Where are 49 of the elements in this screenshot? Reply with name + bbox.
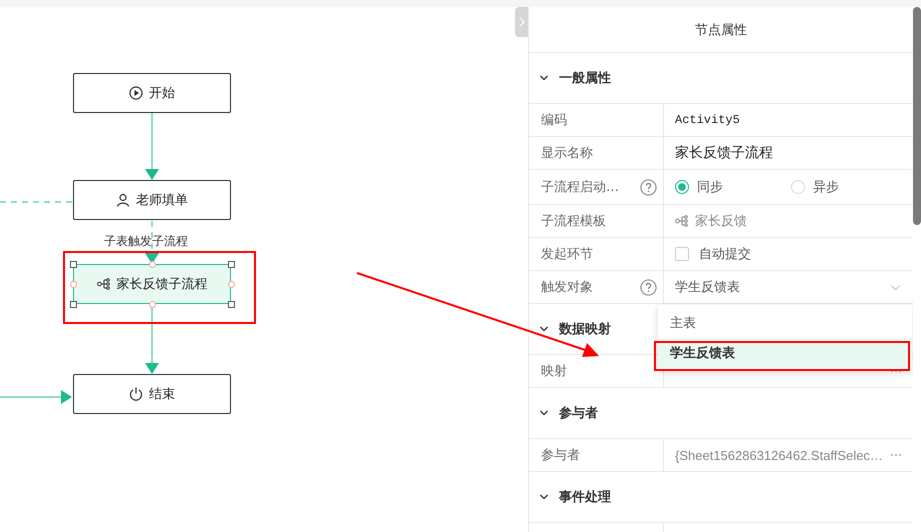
field-label: 编码 xyxy=(541,112,567,129)
help-icon[interactable] xyxy=(640,178,657,196)
branch-icon xyxy=(675,214,689,228)
connection-point[interactable] xyxy=(149,261,156,268)
dashed-connector xyxy=(0,201,72,203)
field-label: 子流程模板 xyxy=(541,213,606,230)
select-field[interactable]: 学生反馈表 xyxy=(675,278,901,296)
chevron-down-icon xyxy=(539,408,549,418)
play-icon xyxy=(129,86,143,100)
field-label: 发起环节 xyxy=(541,246,593,263)
code-value: Activity5 xyxy=(675,113,740,127)
connector-arrow xyxy=(145,113,159,180)
chevron-down-icon xyxy=(539,324,549,334)
resize-handle[interactable] xyxy=(70,261,77,268)
field-label: 参与者 xyxy=(541,447,580,464)
flow-node[interactable]: 开始 xyxy=(73,73,231,113)
radio-option[interactable]: 异步 xyxy=(791,178,901,196)
field-value: {Sheet1562863126462.StaffSelec… xyxy=(675,448,883,462)
chevron-down-icon xyxy=(539,492,549,502)
checkbox-option[interactable]: 自动提交 xyxy=(675,245,751,263)
help-icon[interactable] xyxy=(640,278,657,296)
resize-handle[interactable] xyxy=(228,301,235,308)
connection-point[interactable] xyxy=(149,301,156,308)
branch-icon xyxy=(96,277,110,291)
field-label: 子流程启动… xyxy=(541,179,619,196)
field-label: 触发对象 xyxy=(541,279,593,296)
connection-point[interactable] xyxy=(228,281,235,288)
dropdown-option[interactable]: 主表 xyxy=(658,308,912,338)
edge-label: 子表触发子流程 xyxy=(104,233,188,250)
flow-node[interactable]: 结束 xyxy=(73,374,231,414)
connector-arrow xyxy=(0,390,72,404)
field-label: 显示名称 xyxy=(541,145,593,162)
template-name: 家长反馈 xyxy=(695,213,747,230)
flow-node[interactable]: 老师填单 xyxy=(73,180,231,220)
resize-handle[interactable] xyxy=(228,261,235,268)
power-icon xyxy=(129,387,143,401)
chevron-down-icon xyxy=(539,73,549,83)
radio-option[interactable]: 同步 xyxy=(675,178,785,196)
name-field[interactable]: 家长反馈子流程 xyxy=(675,144,773,162)
field-label: 映射 xyxy=(541,363,567,380)
scrollbar-thumb[interactable] xyxy=(913,7,921,225)
connector-arrow xyxy=(145,305,159,374)
flow-node[interactable]: 家长反馈子流程 xyxy=(73,264,231,304)
dropdown-option[interactable]: 学生反馈表 xyxy=(658,338,912,368)
user-icon xyxy=(116,193,130,207)
chevron-right-icon xyxy=(518,16,526,28)
connection-point[interactable] xyxy=(70,281,77,288)
caret-icon xyxy=(890,284,901,290)
resize-handle[interactable] xyxy=(70,301,77,308)
